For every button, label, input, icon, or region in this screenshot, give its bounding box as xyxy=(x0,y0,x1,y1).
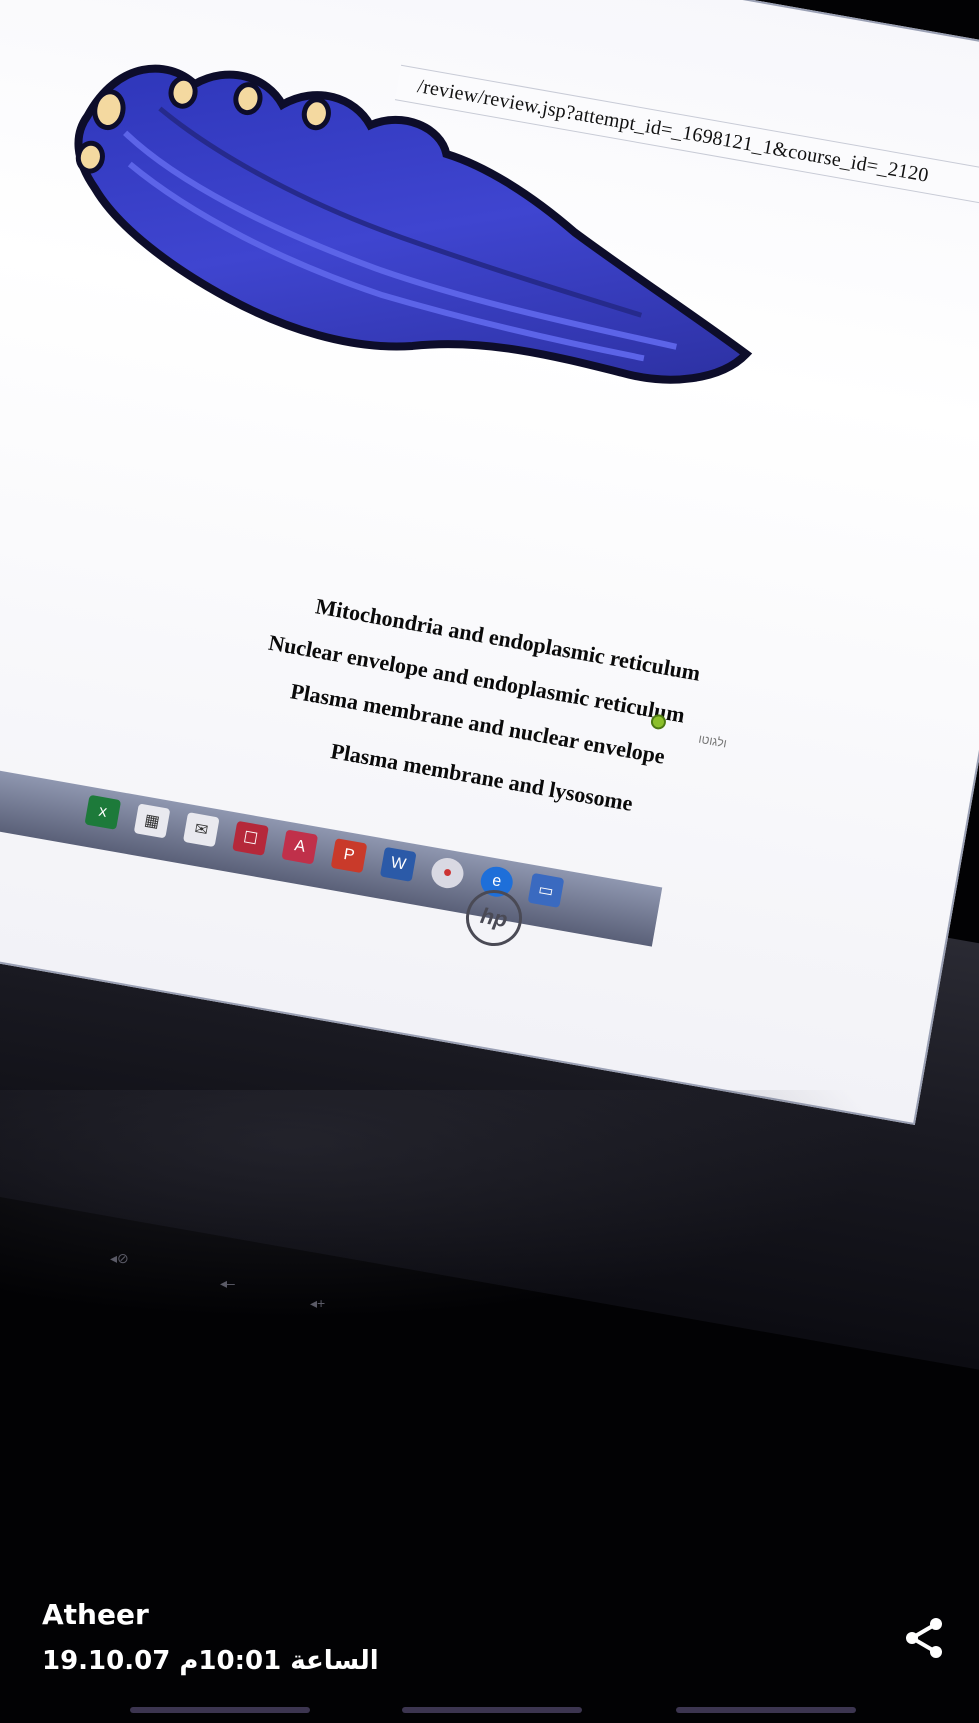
volume-down-key-icon: ◂– xyxy=(220,1275,235,1291)
photo-viewer: /review/review.jsp?attempt_id=_1698121_1… xyxy=(0,0,979,1723)
access-icon[interactable]: A xyxy=(281,829,319,865)
mail-icon[interactable]: ✉ xyxy=(182,812,220,848)
store-icon[interactable]: ▦ xyxy=(133,803,171,839)
share-button[interactable] xyxy=(898,1612,950,1664)
author-name: Atheer xyxy=(42,1598,149,1631)
page-indicator[interactable] xyxy=(130,1707,310,1713)
volume-up-key-icon: ◂+ xyxy=(310,1295,326,1311)
keyboard-area xyxy=(0,1090,979,1350)
laptop-screen: /review/review.jsp?attempt_id=_1698121_1… xyxy=(0,0,979,1126)
taskbar: x ▦ ✉ ☐ A P W ● e ▭ xyxy=(0,0,979,1125)
volume-key-icon: ◂⊘ xyxy=(110,1250,129,1266)
page-indicator[interactable] xyxy=(402,1707,582,1713)
folder-icon[interactable]: ▭ xyxy=(527,872,565,908)
share-icon xyxy=(906,1618,942,1658)
word-icon[interactable]: W xyxy=(379,846,417,882)
taskbar-background xyxy=(0,736,663,947)
powerpoint-icon[interactable]: P xyxy=(330,838,368,874)
excel-icon[interactable]: x xyxy=(84,794,122,830)
page-indicators xyxy=(0,1707,979,1717)
whiteboard-icon[interactable]: ☐ xyxy=(232,820,269,856)
page-indicator[interactable] xyxy=(676,1707,856,1713)
photo-datetime: 19.10.07 الساعة 10:01م xyxy=(42,1646,379,1676)
